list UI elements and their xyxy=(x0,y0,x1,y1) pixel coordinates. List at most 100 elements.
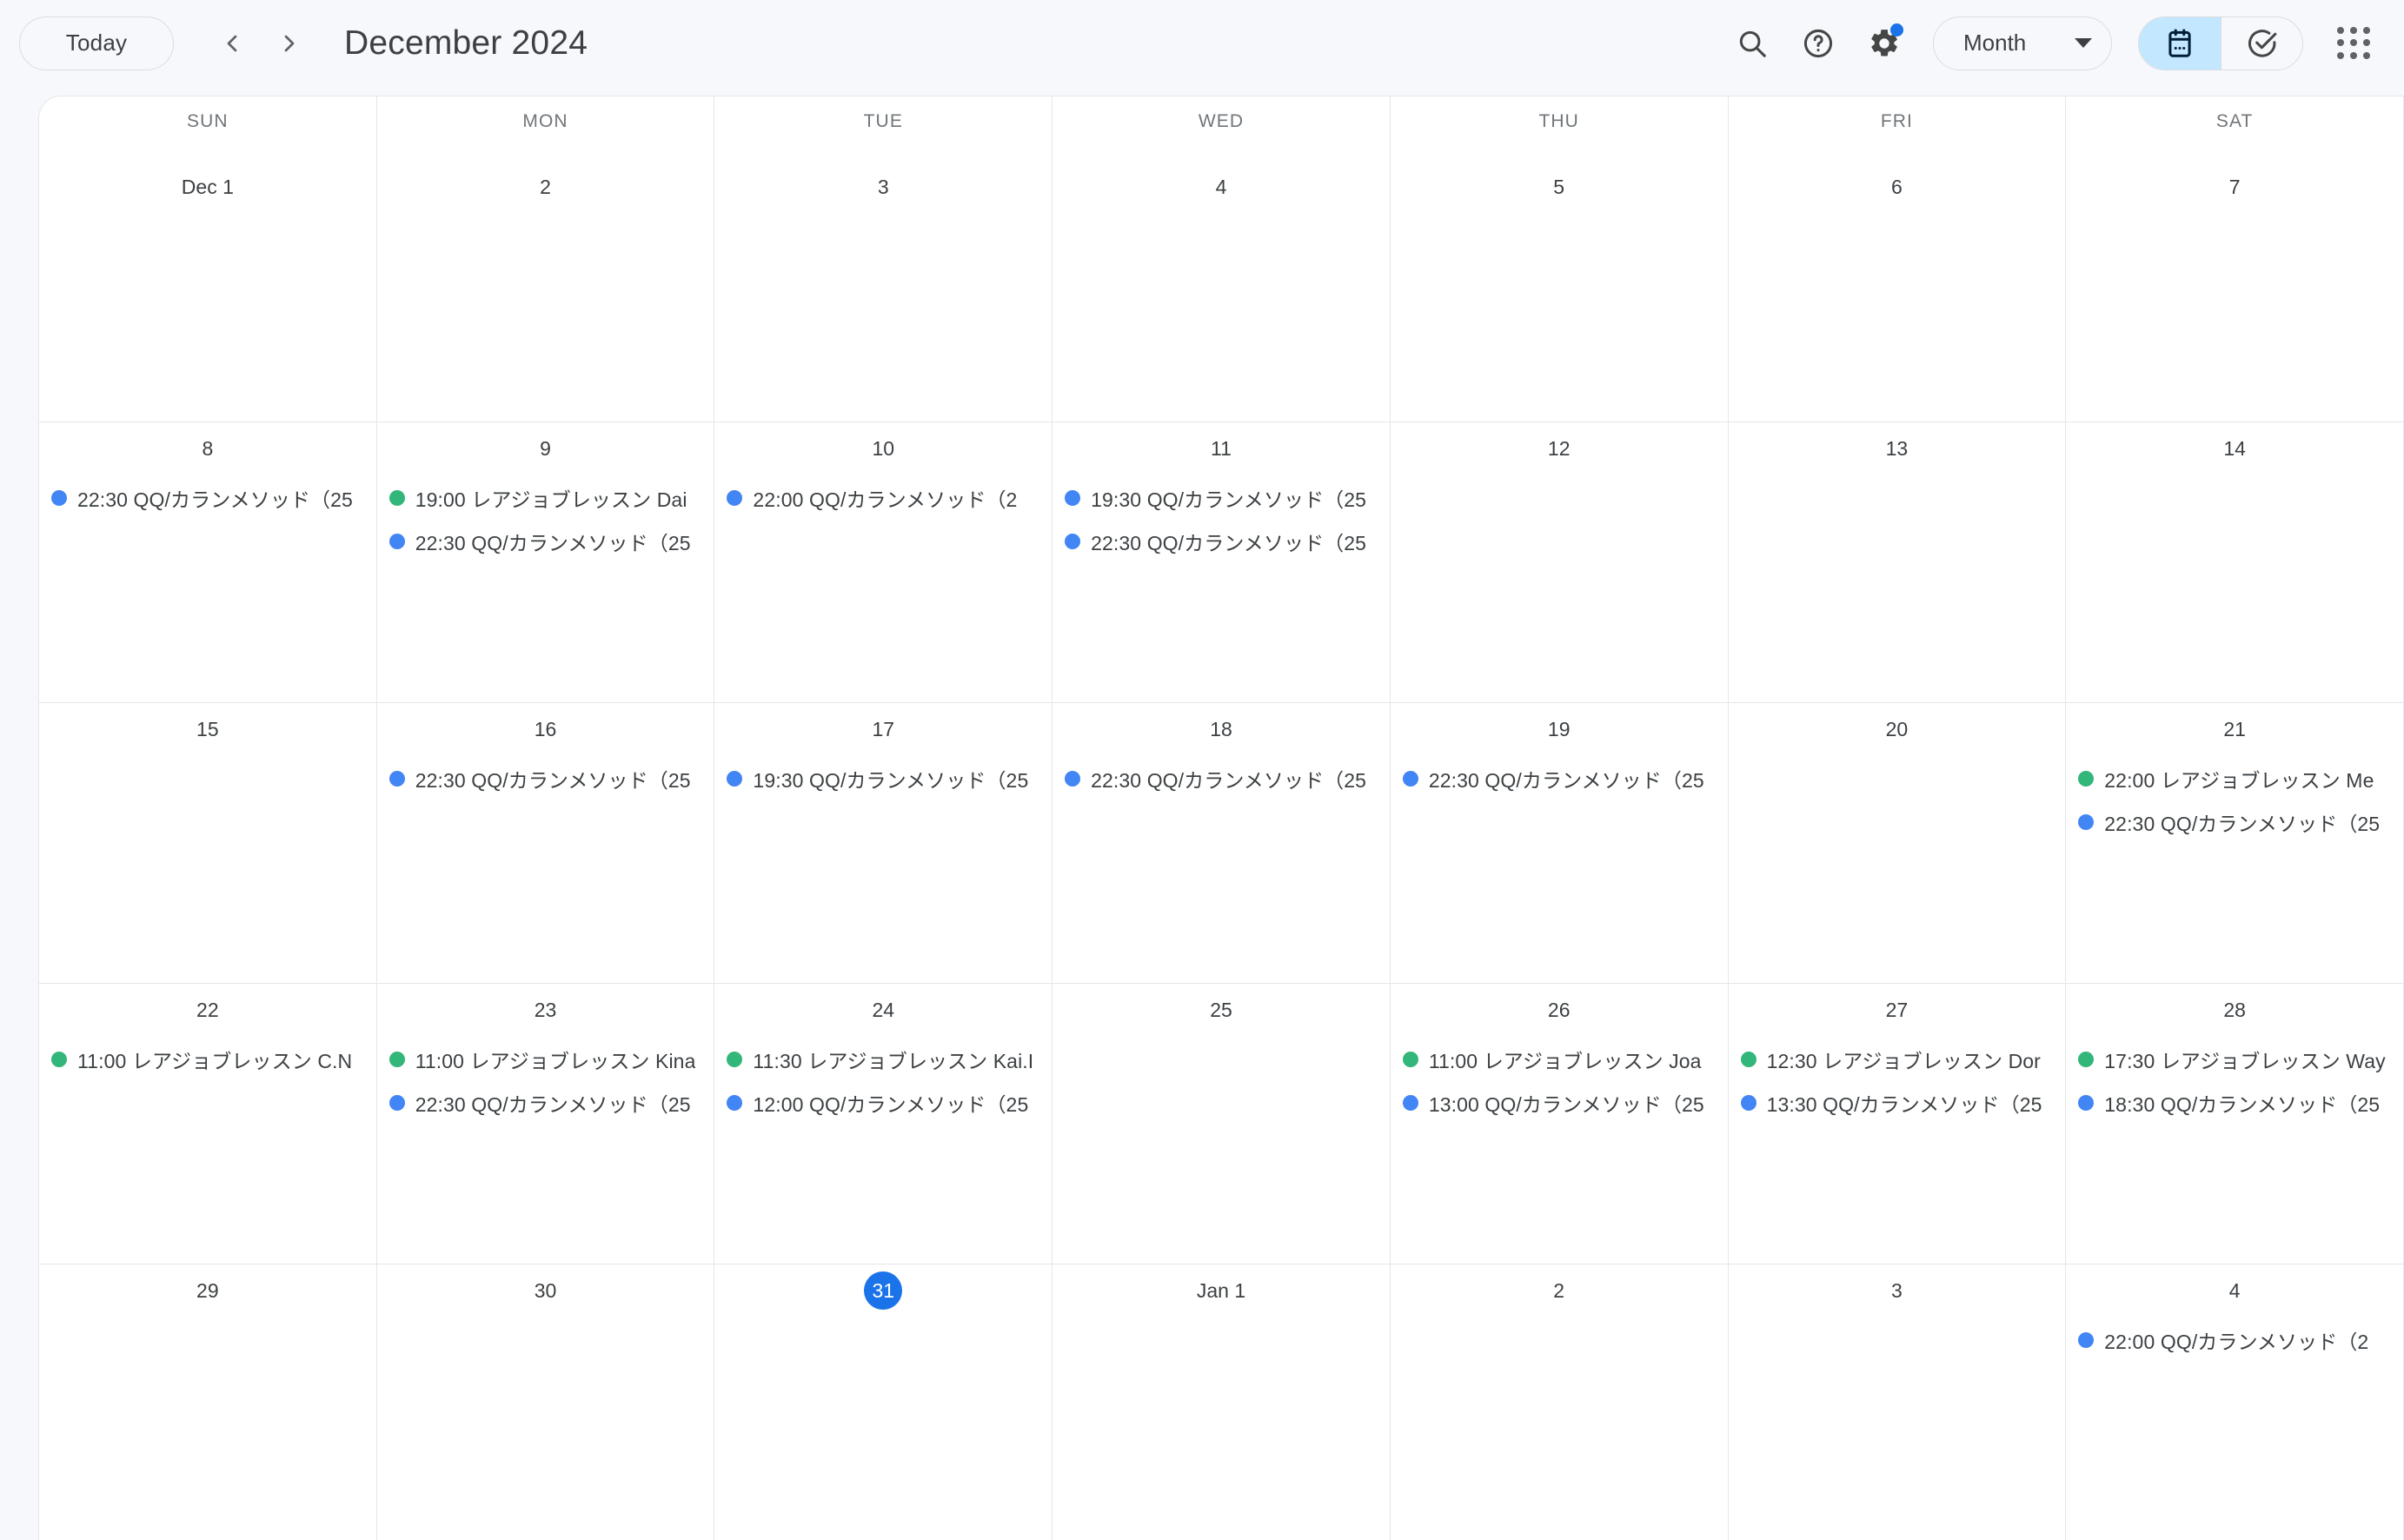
day-cell[interactable]: 24 11:30 レアジョブレッスン Kai.I 12:00 QQ/カランメソッド（… xyxy=(714,984,1053,1264)
day-cell[interactable]: 2 xyxy=(1391,1265,1729,1540)
day-cell[interactable]: 14 xyxy=(2066,422,2404,702)
day-cell[interactable]: 3 xyxy=(1729,1265,2067,1540)
day-number[interactable]: 3 xyxy=(1877,1271,1916,1310)
day-cell[interactable]: 21 22:00 レアジョブレッスン Me 22:30 QQ/カランメソッド（25 xyxy=(2066,703,2404,983)
calendar-event[interactable]: 22:30 QQ/カランメソッド（25 xyxy=(377,1081,714,1125)
calendar-event[interactable]: 13:30 QQ/カランメソッド（25 xyxy=(1729,1081,2066,1125)
next-period-button[interactable] xyxy=(262,17,316,70)
calendar-event[interactable]: 22:30 QQ/カランメソッド（25 xyxy=(377,757,714,800)
calendar-event[interactable]: 19:30 QQ/カランメソッド（25 xyxy=(1053,476,1390,520)
day-number[interactable]: 2 xyxy=(1540,1271,1578,1310)
day-cell[interactable]: 23 11:00 レアジョブレッスン Kina 22:30 QQ/カランメソッド（2… xyxy=(377,984,715,1264)
day-number[interactable]: 6 xyxy=(1877,168,1916,206)
day-cell[interactable]: 7 xyxy=(2066,161,2404,422)
day-cell[interactable]: 27 12:30 レアジョブレッスン Dor 13:30 QQ/カランメソッド（25 xyxy=(1729,984,2067,1264)
day-cell[interactable]: 6 xyxy=(1729,161,2067,422)
calendar-event[interactable]: 22:00 レアジョブレッスン Me xyxy=(2066,757,2403,800)
calendar-event[interactable]: 22:30 QQ/カランメソッド（25 xyxy=(2066,800,2403,844)
search-button[interactable] xyxy=(1721,12,1783,75)
settings-button[interactable] xyxy=(1853,12,1916,75)
day-number[interactable]: Jan 1 xyxy=(1189,1271,1253,1310)
calendar-event[interactable]: 19:30 QQ/カランメソッド（25 xyxy=(714,757,1052,800)
day-cell[interactable]: 16 22:30 QQ/カランメソッド（25 xyxy=(377,703,715,983)
google-apps-button[interactable] xyxy=(2322,12,2385,75)
day-number[interactable]: 8 xyxy=(189,429,227,468)
day-number[interactable]: 23 xyxy=(527,991,565,1029)
day-cell[interactable]: 4 xyxy=(1053,161,1391,422)
day-number[interactable]: 29 xyxy=(189,1271,227,1310)
calendar-event[interactable]: 22:30 QQ/カランメソッド（25 xyxy=(1053,757,1390,800)
day-number[interactable]: 10 xyxy=(864,429,902,468)
day-cell[interactable]: 2 xyxy=(377,161,715,422)
day-number[interactable]: 18 xyxy=(1202,710,1240,748)
calendar-event[interactable]: 13:00 QQ/カランメソッド（25 xyxy=(1391,1081,1728,1125)
day-cell[interactable]: 18 22:30 QQ/カランメソッド（25 xyxy=(1053,703,1391,983)
calendar-event[interactable]: 11:00 レアジョブレッスン C.N xyxy=(39,1038,376,1081)
day-number[interactable]: 4 xyxy=(2215,1271,2254,1310)
day-number[interactable]: 16 xyxy=(527,710,565,748)
day-number[interactable]: 4 xyxy=(1202,168,1240,206)
day-number[interactable]: 2 xyxy=(527,168,565,206)
day-number[interactable]: 9 xyxy=(527,429,565,468)
day-number[interactable]: Dec 1 xyxy=(174,168,242,206)
day-cell[interactable]: 22 11:00 レアジョブレッスン C.N xyxy=(39,984,377,1264)
calendar-event[interactable]: 11:30 レアジョブレッスン Kai.I xyxy=(714,1038,1052,1081)
help-button[interactable] xyxy=(1787,12,1849,75)
day-number[interactable]: 11 xyxy=(1202,429,1240,468)
day-cell[interactable]: 26 11:00 レアジョブレッスン Joa 13:00 QQ/カランメソッド（25 xyxy=(1391,984,1729,1264)
calendar-event[interactable]: 19:00 レアジョブレッスン Dai xyxy=(377,476,714,520)
day-number[interactable]: 27 xyxy=(1877,991,1916,1029)
day-cell[interactable]: 20 xyxy=(1729,703,2067,983)
calendar-event[interactable]: 22:30 QQ/カランメソッド（25 xyxy=(1391,757,1728,800)
day-number[interactable]: 17 xyxy=(864,710,902,748)
day-cell[interactable]: 17 19:30 QQ/カランメソッド（25 xyxy=(714,703,1053,983)
day-number[interactable]: 25 xyxy=(1202,991,1240,1029)
day-cell[interactable]: 8 22:30 QQ/カランメソッド（25 xyxy=(39,422,377,702)
calendar-event[interactable]: 22:00 QQ/カランメソッド（2 xyxy=(2066,1318,2403,1362)
day-cell[interactable]: Dec 1 xyxy=(39,161,377,422)
day-cell[interactable]: 11 19:30 QQ/カランメソッド（25 22:30 QQ/カランメソッド（25 xyxy=(1053,422,1391,702)
calendar-event[interactable]: 18:30 QQ/カランメソッド（25 xyxy=(2066,1081,2403,1125)
day-number[interactable]: 28 xyxy=(2215,991,2254,1029)
day-number[interactable]: 26 xyxy=(1540,991,1578,1029)
day-cell[interactable]: 30 xyxy=(377,1265,715,1540)
view-mode-selector[interactable]: Month xyxy=(1933,16,2112,70)
today-button[interactable]: Today xyxy=(19,16,174,70)
day-number[interactable]: 24 xyxy=(864,991,902,1029)
day-cell[interactable]: 3 xyxy=(714,161,1053,422)
day-number[interactable]: 15 xyxy=(189,710,227,748)
calendar-event[interactable]: 22:30 QQ/カランメソッド（25 xyxy=(39,476,376,520)
calendar-event[interactable]: 22:30 QQ/カランメソッド（25 xyxy=(1053,520,1390,563)
day-cell[interactable]: 19 22:30 QQ/カランメソッド（25 xyxy=(1391,703,1729,983)
calendar-event[interactable]: 22:00 QQ/カランメソッド（2 xyxy=(714,476,1052,520)
day-number[interactable]: 7 xyxy=(2215,168,2254,206)
day-cell[interactable]: 5 xyxy=(1391,161,1729,422)
day-number[interactable]: 12 xyxy=(1540,429,1578,468)
calendar-event[interactable]: 11:00 レアジョブレッスン Joa xyxy=(1391,1038,1728,1081)
day-number[interactable]: 19 xyxy=(1540,710,1578,748)
day-number-today[interactable]: 31 xyxy=(864,1271,903,1310)
day-cell[interactable]: 10 22:00 QQ/カランメソッド（2 xyxy=(714,422,1053,702)
day-cell[interactable]: 13 xyxy=(1729,422,2067,702)
calendar-view-toggle[interactable] xyxy=(2139,17,2221,70)
day-number[interactable]: 5 xyxy=(1540,168,1578,206)
calendar-event[interactable]: 17:30 レアジョブレッスン Way xyxy=(2066,1038,2403,1081)
day-cell[interactable]: Jan 1 xyxy=(1053,1265,1391,1540)
calendar-event[interactable]: 11:00 レアジョブレッスン Kina xyxy=(377,1038,714,1081)
day-cell[interactable]: 28 17:30 レアジョブレッスン Way 18:30 QQ/カランメソッド（25 xyxy=(2066,984,2404,1264)
day-number[interactable]: 20 xyxy=(1877,710,1916,748)
previous-period-button[interactable] xyxy=(205,17,259,70)
day-cell[interactable]: 4 22:00 QQ/カランメソッド（2 xyxy=(2066,1265,2404,1540)
day-number[interactable]: 14 xyxy=(2215,429,2254,468)
day-cell[interactable]: 31 xyxy=(714,1265,1053,1540)
day-cell[interactable]: 9 19:00 レアジョブレッスン Dai 22:30 QQ/カランメソッド（25 xyxy=(377,422,715,702)
calendar-event[interactable]: 12:30 レアジョブレッスン Dor xyxy=(1729,1038,2066,1081)
calendar-event[interactable]: 22:30 QQ/カランメソッド（25 xyxy=(377,520,714,563)
day-cell[interactable]: 12 xyxy=(1391,422,1729,702)
day-number[interactable]: 22 xyxy=(189,991,227,1029)
tasks-view-toggle[interactable] xyxy=(2221,17,2302,70)
day-cell[interactable]: 25 xyxy=(1053,984,1391,1264)
calendar-event[interactable]: 12:00 QQ/カランメソッド（25 xyxy=(714,1081,1052,1125)
day-number[interactable]: 21 xyxy=(2215,710,2254,748)
day-number[interactable]: 13 xyxy=(1877,429,1916,468)
